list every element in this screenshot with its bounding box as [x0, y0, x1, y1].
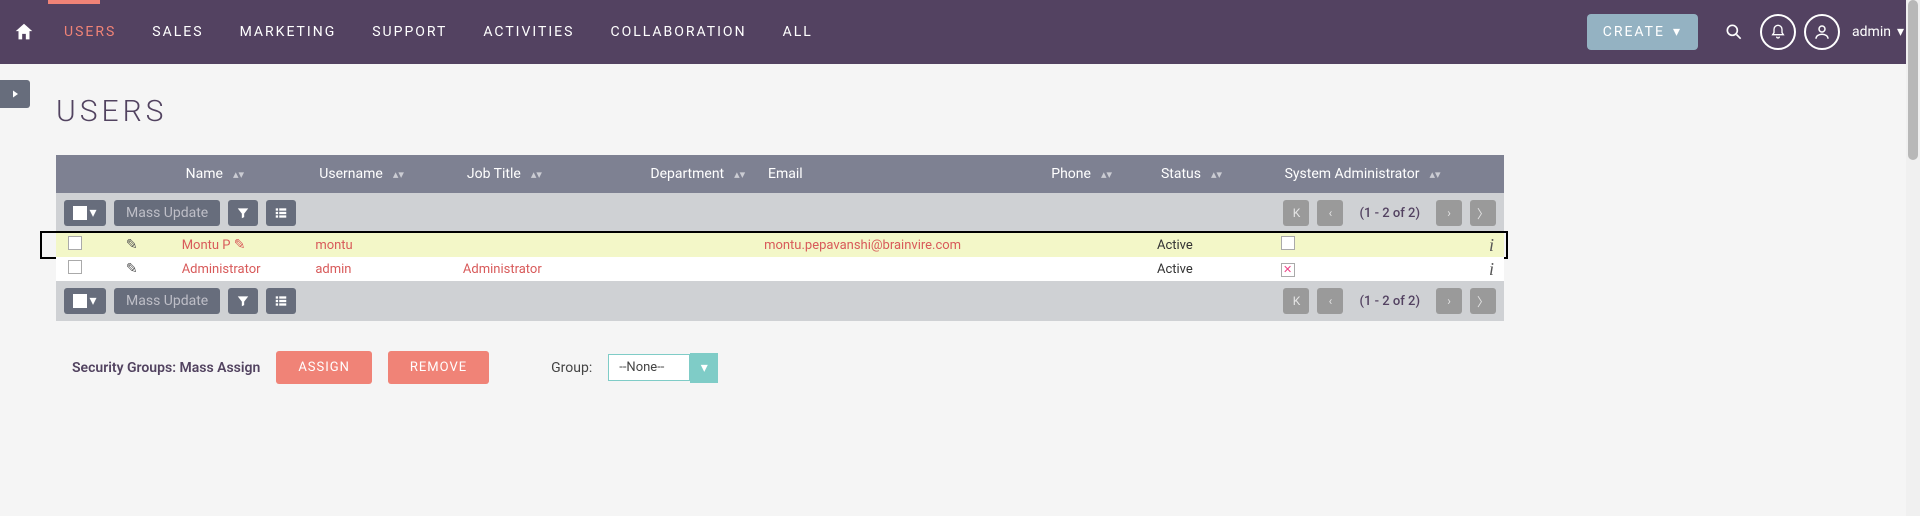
- mass-update-button[interactable]: Mass Update: [114, 288, 220, 314]
- row-checkbox[interactable]: [68, 260, 82, 274]
- info-icon[interactable]: i: [1489, 259, 1504, 279]
- pager-text: (1 - 2 of 2): [1351, 206, 1428, 221]
- mass-assign-section: Security Groups: Mass Assign ASSIGN REMO…: [56, 351, 1504, 384]
- user-name-link[interactable]: Montu P: [182, 238, 231, 253]
- mass-assign-title: Security Groups: Mass Assign: [72, 360, 260, 376]
- edit-icon[interactable]: ✎: [126, 261, 138, 277]
- username-link[interactable]: admin: [315, 262, 351, 277]
- sort-icon: ▴▾: [531, 172, 542, 177]
- filter-icon[interactable]: [228, 200, 258, 226]
- col-username[interactable]: Username▴▾: [315, 166, 463, 182]
- nav-item-collaboration[interactable]: COLLABORATION: [592, 0, 764, 64]
- sort-icon: ▴▾: [1429, 172, 1440, 177]
- pager-next[interactable]: ›: [1436, 200, 1462, 226]
- col-email[interactable]: Email: [764, 166, 1047, 182]
- sort-icon: ▴▾: [233, 172, 244, 177]
- group-label: Group:: [551, 360, 592, 376]
- sort-icon: ▴▾: [1101, 172, 1112, 177]
- col-status[interactable]: Status▴▾: [1157, 166, 1281, 182]
- pager-last[interactable]: 〉: [1470, 288, 1496, 314]
- col-job-title[interactable]: Job Title▴▾: [463, 166, 646, 182]
- chevron-down-icon: ▾: [690, 353, 718, 383]
- table-row: ✎ Montu P ✎ montu montu.pepavanshi@brain…: [56, 233, 1504, 257]
- select-all-dropdown[interactable]: ▾: [64, 200, 106, 226]
- nav-item-activities[interactable]: ACTIVITIES: [465, 0, 592, 64]
- sort-icon: ▴▾: [1211, 172, 1222, 177]
- pager-first[interactable]: K: [1283, 288, 1309, 314]
- sysadmin-checkbox[interactable]: ✕: [1281, 263, 1295, 277]
- sysadmin-checkbox[interactable]: [1281, 236, 1295, 250]
- nav-item-all[interactable]: ALL: [765, 0, 831, 64]
- active-tab-accent: [48, 0, 100, 4]
- chevron-down-icon: ▾: [1673, 24, 1682, 40]
- sort-icon: ▴▾: [734, 172, 745, 177]
- chevron-down-icon: ▾: [1897, 24, 1904, 40]
- columns-icon[interactable]: [266, 200, 296, 226]
- pager-last[interactable]: 〉: [1470, 200, 1496, 226]
- col-phone[interactable]: Phone▴▾: [1047, 166, 1157, 182]
- mass-update-button[interactable]: Mass Update: [114, 200, 220, 226]
- select-all-dropdown[interactable]: ▾: [64, 288, 106, 314]
- top-nav: USERS SALES MARKETING SUPPORT ACTIVITIES…: [0, 0, 1920, 64]
- info-icon[interactable]: i: [1489, 235, 1504, 255]
- row-checkbox[interactable]: [68, 236, 82, 250]
- table-toolbar-bottom: ▾ Mass Update K ‹ (1 - 2 of 2) › 〉: [56, 281, 1504, 321]
- search-icon[interactable]: [1716, 14, 1752, 50]
- columns-icon[interactable]: [266, 288, 296, 314]
- page-title: USERS: [56, 94, 1504, 129]
- table-row: ✎ Administrator admin Administrator Acti…: [56, 257, 1504, 281]
- pager-text: (1 - 2 of 2): [1351, 294, 1428, 309]
- create-button[interactable]: CREATE ▾: [1587, 14, 1698, 50]
- group-select-value: --None--: [608, 354, 690, 381]
- pager-next[interactable]: ›: [1436, 288, 1462, 314]
- col-department[interactable]: Department▴▾: [646, 166, 764, 182]
- pager-first[interactable]: K: [1283, 200, 1309, 226]
- table-header: Name▴▾ Username▴▾ Job Title▴▾ Department…: [56, 155, 1504, 193]
- page-content: USERS Name▴▾ Username▴▾ Job Title▴▾ Depa…: [0, 64, 1560, 414]
- user-menu[interactable]: admin ▾: [1852, 24, 1904, 40]
- email-link[interactable]: montu.pepavanshi@brainvire.com: [764, 238, 961, 253]
- col-sysadmin[interactable]: System Administrator▴▾: [1281, 166, 1445, 182]
- group-select[interactable]: --None-- ▾: [608, 353, 718, 383]
- nav-item-support[interactable]: SUPPORT: [354, 0, 465, 64]
- remove-button[interactable]: REMOVE: [388, 351, 489, 384]
- status-cell: Active: [1157, 238, 1281, 253]
- nav-item-users[interactable]: USERS: [46, 0, 134, 64]
- user-avatar-icon[interactable]: [1804, 14, 1840, 50]
- user-name-link[interactable]: Administrator: [182, 262, 261, 277]
- job-title-link[interactable]: Administrator: [463, 262, 542, 277]
- username-link[interactable]: montu: [315, 238, 352, 253]
- nav-item-sales[interactable]: SALES: [134, 0, 221, 64]
- scrollbar-thumb[interactable]: [1908, 0, 1918, 160]
- pager-prev[interactable]: ‹: [1317, 288, 1343, 314]
- pager-prev[interactable]: ‹: [1317, 200, 1343, 226]
- edit-icon[interactable]: ✎: [126, 237, 138, 253]
- home-icon[interactable]: [8, 16, 40, 48]
- user-menu-label: admin: [1852, 24, 1891, 40]
- status-cell: Active: [1157, 262, 1281, 277]
- col-name[interactable]: Name▴▾: [182, 166, 316, 182]
- assign-button[interactable]: ASSIGN: [276, 351, 372, 384]
- edit-inline-icon[interactable]: ✎: [234, 237, 246, 253]
- users-table: Name▴▾ Username▴▾ Job Title▴▾ Department…: [56, 155, 1504, 321]
- filter-icon[interactable]: [228, 288, 258, 314]
- scrollbar-track[interactable]: [1906, 0, 1920, 516]
- create-button-label: CREATE: [1603, 24, 1665, 40]
- notifications-icon[interactable]: [1760, 14, 1796, 50]
- nav-item-marketing[interactable]: MARKETING: [222, 0, 355, 64]
- table-toolbar-top: ▾ Mass Update K ‹ (1 - 2 of 2) › 〉: [56, 193, 1504, 233]
- sort-icon: ▴▾: [393, 172, 404, 177]
